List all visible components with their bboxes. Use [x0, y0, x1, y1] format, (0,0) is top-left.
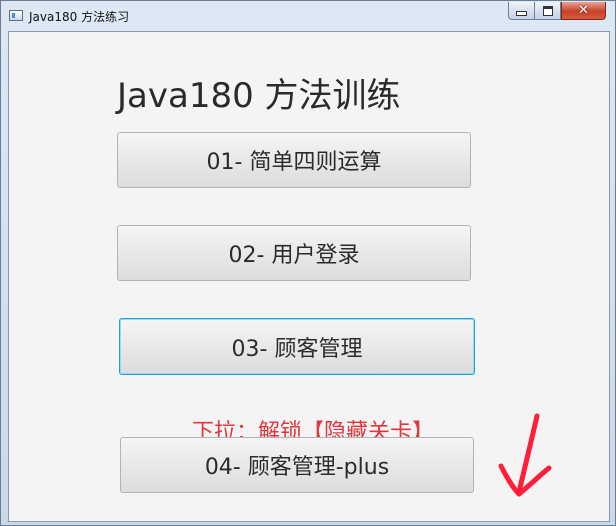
close-button[interactable]: ✕ [561, 2, 606, 20]
user-login-button[interactable]: 02- 用户登录 [117, 225, 471, 281]
minimize-icon [516, 11, 527, 16]
window-title: Java180 方法练习 [29, 10, 130, 24]
page-title: Java180 方法训练 [117, 76, 401, 116]
app-window-icon [9, 10, 23, 21]
customer-management-button[interactable]: 03- 顾客管理 [119, 318, 475, 375]
down-arrow-icon [498, 413, 552, 497]
close-icon: ✕ [578, 3, 589, 18]
arithmetic-button[interactable]: 01- 简单四则运算 [117, 132, 471, 188]
maximize-icon [542, 5, 553, 16]
customer-management-plus-button[interactable]: 04- 顾客管理-plus [120, 437, 474, 493]
application-window: Java180 方法练习 ✕ Java180 方法训练 01- 简单四则运算 0… [0, 0, 616, 526]
title-bar[interactable]: Java180 方法练习 ✕ [1, 1, 615, 31]
maximize-button[interactable] [535, 2, 561, 20]
content-pane: Java180 方法训练 01- 简单四则运算 02- 用户登录 03- 顾客管… [8, 31, 610, 522]
minimize-button[interactable] [508, 2, 535, 20]
